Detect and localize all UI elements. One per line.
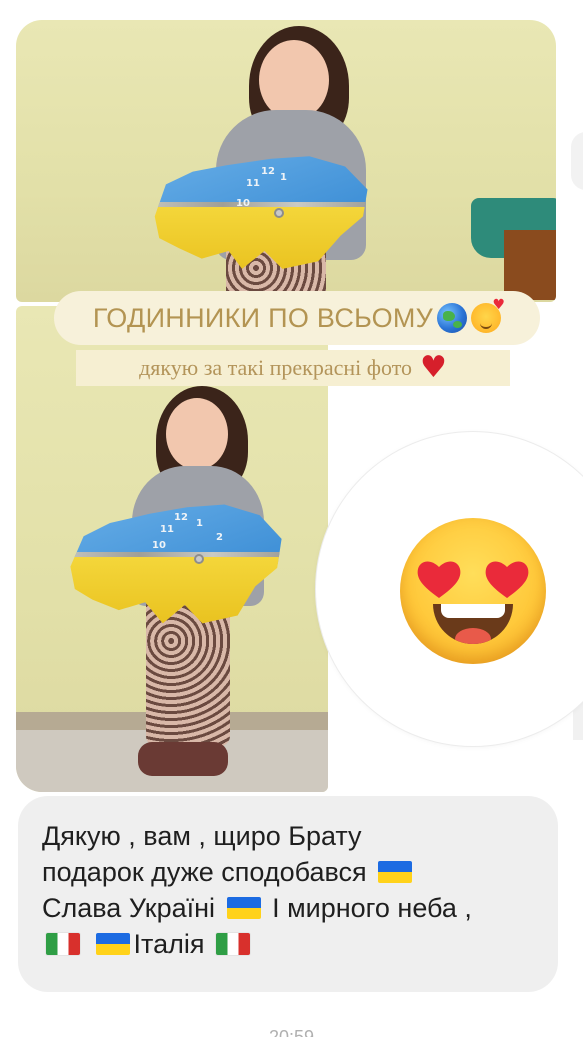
girl-face bbox=[259, 40, 329, 120]
clock-number: 10 bbox=[236, 198, 250, 209]
ukraine-flag-icon bbox=[378, 860, 413, 883]
caption-subtitle-banner: дякую за такі прекрасні фото ♥ bbox=[76, 350, 510, 386]
heart-eye-right-icon bbox=[484, 558, 530, 600]
message-line: Дякую , вам , щиро Брату bbox=[42, 818, 538, 854]
heart-eyes-emoji-icon bbox=[400, 518, 546, 664]
message-text: Слава Україні bbox=[42, 893, 216, 923]
wooden-stand bbox=[504, 230, 556, 300]
italy-flag-icon bbox=[216, 932, 250, 955]
clock-number: 10 bbox=[152, 540, 166, 551]
girl-slippers bbox=[138, 742, 228, 776]
message-line: Італія bbox=[42, 926, 538, 962]
clock-number: 11 bbox=[246, 178, 260, 189]
caption-title: ГОДИННИКИ ПО ВСЬОМУ bbox=[92, 302, 434, 333]
adjacent-bubble-edge bbox=[571, 132, 583, 190]
clock-number: 12 bbox=[174, 512, 188, 523]
clock-center bbox=[276, 210, 282, 216]
ukraine-flag-icon bbox=[226, 896, 261, 919]
smiling-face-with-hearts-emoji-icon bbox=[471, 297, 505, 333]
girl-face bbox=[166, 398, 228, 470]
clock-number: 11 bbox=[160, 524, 174, 535]
caption-subtitle: дякую за такі прекрасні фото bbox=[139, 355, 413, 380]
chat-screen: 12 1 11 10 12 1 11 10 2 ГОДИННИКИ ПО ВСЬ… bbox=[0, 0, 583, 1037]
caption-title-banner: ГОДИННИКИ ПО ВСЬОМУ bbox=[54, 291, 540, 345]
clock-number: 1 bbox=[280, 172, 287, 183]
globe-emoji-icon bbox=[437, 303, 468, 333]
message-text: Італія bbox=[133, 929, 205, 959]
clock-number: 2 bbox=[216, 532, 223, 543]
heart-eye-left-icon bbox=[416, 558, 462, 600]
message-text: подарок дуже сподобався bbox=[42, 857, 367, 887]
message-timestamp: 20:59 bbox=[268, 1027, 315, 1037]
message-text: І мирного неба , bbox=[272, 893, 472, 923]
clock-number: 12 bbox=[261, 166, 275, 177]
photo-top[interactable]: 12 1 11 10 bbox=[16, 20, 556, 302]
message-line: Слава Україні І мирного неба , bbox=[42, 890, 538, 926]
clock-center bbox=[196, 556, 202, 562]
clock-number: 1 bbox=[196, 518, 203, 529]
red-heart-emoji-icon: ♥ bbox=[420, 350, 447, 385]
message-line: подарок дуже сподобався bbox=[42, 854, 538, 890]
emoji-mouth bbox=[433, 604, 513, 644]
italy-flag-icon bbox=[46, 932, 80, 955]
message-bubble[interactable]: Дякую , вам , щиро Брату подарок дуже сп… bbox=[18, 796, 558, 992]
ukraine-flag-icon bbox=[95, 932, 130, 955]
message-text: Дякую , вам , щиро Брату bbox=[42, 821, 362, 851]
